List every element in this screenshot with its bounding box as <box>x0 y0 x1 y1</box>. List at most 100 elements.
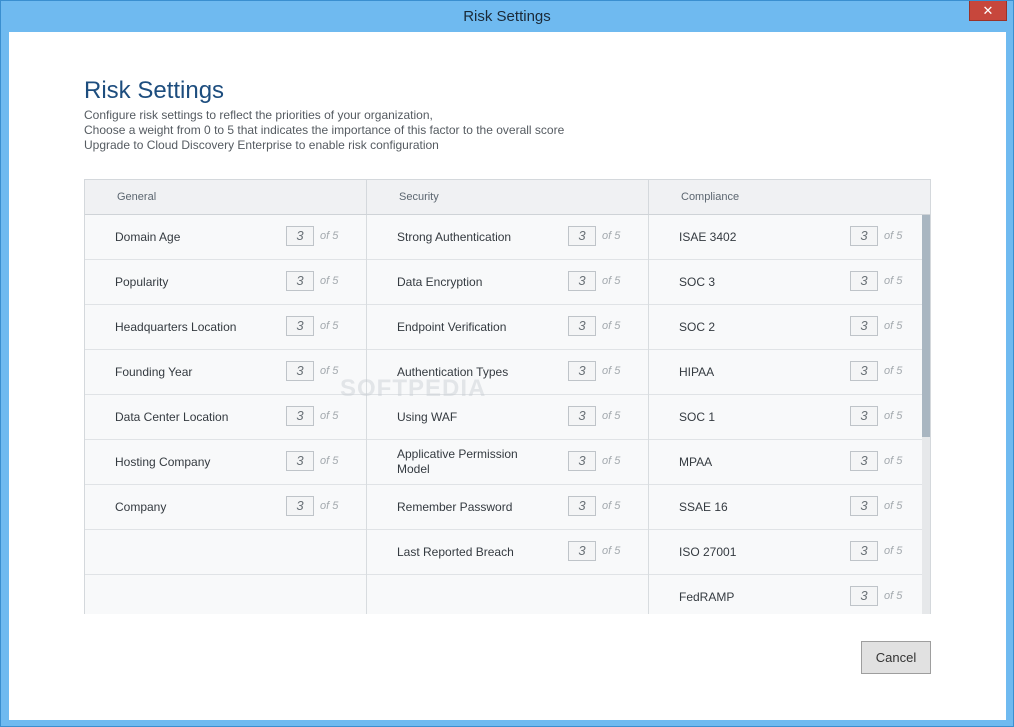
table-row <box>367 575 648 614</box>
weight-input[interactable]: 3 <box>568 496 596 516</box>
security-factor-label: Strong Authentication <box>397 229 512 244</box>
table-row <box>85 575 366 614</box>
table-row: Applicative Permission Model 3 of 5 <box>367 440 648 485</box>
weight-input[interactable]: 3 <box>850 406 878 426</box>
max-weight-label: of 5 <box>884 500 903 512</box>
security-factor-label: Last Reported Breach <box>397 544 514 559</box>
max-weight-label: of 5 <box>602 230 621 242</box>
risk-settings-table: General Security Compliance Domain Age 3 o… <box>84 179 931 614</box>
max-weight-label: of 5 <box>320 230 339 242</box>
general-factor-label: Popularity <box>115 274 169 289</box>
weight-input[interactable]: 3 <box>568 406 596 426</box>
weight-input[interactable]: 3 <box>850 226 878 246</box>
dialog-content: Risk Settings Configure risk settings to… <box>9 32 1006 720</box>
weight-input[interactable]: 3 <box>850 271 878 291</box>
max-weight-label: of 5 <box>884 455 903 467</box>
max-weight-label: of 5 <box>602 410 621 422</box>
close-button[interactable]: ✕ <box>969 1 1007 21</box>
risk-settings-window: Risk Settings ✕ Risk Settings Configure … <box>0 0 1014 727</box>
max-weight-label: of 5 <box>884 410 903 422</box>
scrollbar-thumb[interactable] <box>922 215 930 437</box>
compliance-factor-label: FedRAMP <box>679 589 735 604</box>
table-row: ISAE 3402 3 of 5 <box>649 215 930 260</box>
max-weight-label: of 5 <box>320 500 339 512</box>
weight-input[interactable]: 3 <box>568 226 596 246</box>
compliance-column: ISAE 3402 3 of 5 SOC 3 3 of 5 SOC 2 3 of 5 HIPAA 3… <box>649 215 930 614</box>
table-row: Popularity 3 of 5 <box>85 260 366 305</box>
compliance-factor-label: SOC 2 <box>679 319 716 334</box>
compliance-factor-label: HIPAA <box>679 364 715 379</box>
weight-input[interactable]: 3 <box>568 271 596 291</box>
compliance-factor-label: SOC 1 <box>679 409 716 424</box>
table-row: SOC 3 3 of 5 <box>649 260 930 305</box>
weight-input[interactable]: 3 <box>568 361 596 381</box>
compliance-factor-label: MPAA <box>679 454 713 469</box>
table-row: Endpoint Verification 3 of 5 <box>367 305 648 350</box>
weight-input[interactable]: 3 <box>850 586 878 606</box>
watermark: SOFTPEDIA <box>340 375 487 402</box>
max-weight-label: of 5 <box>884 275 903 287</box>
weight-input[interactable]: 3 <box>568 316 596 336</box>
title-bar[interactable]: Risk Settings ✕ <box>1 1 1013 32</box>
table-row: Data Center Location 3 of 5 <box>85 395 366 440</box>
table-row: FedRAMP 3 of 5 <box>649 575 930 614</box>
security-factor-label: Remember Password <box>397 499 513 514</box>
table-row: Last Reported Breach 3 of 5 <box>367 530 648 575</box>
description-line-3: Upgrade to Cloud Discovery Enterprise to… <box>84 138 439 152</box>
general-factor-label: Headquarters Location <box>115 319 237 334</box>
weight-input[interactable]: 3 <box>568 541 596 561</box>
max-weight-label: of 5 <box>884 230 903 242</box>
cancel-button[interactable]: Cancel <box>861 641 931 674</box>
table-row: SSAE 16 3 of 5 <box>649 485 930 530</box>
table-row: MPAA 3 of 5 <box>649 440 930 485</box>
window-title: Risk Settings <box>463 8 551 25</box>
general-factor-label: Domain Age <box>115 229 181 244</box>
max-weight-label: of 5 <box>320 365 339 377</box>
security-factor-label: Endpoint Verification <box>397 319 507 334</box>
vertical-scrollbar[interactable] <box>922 215 930 614</box>
weight-input[interactable]: 3 <box>850 316 878 336</box>
security-factor-label: Data Encryption <box>397 274 483 289</box>
max-weight-label: of 5 <box>884 545 903 557</box>
column-header-general: General <box>85 180 367 214</box>
general-factor-label: Founding Year <box>115 364 193 379</box>
weight-input[interactable]: 3 <box>286 406 314 426</box>
weight-input[interactable]: 3 <box>286 226 314 246</box>
max-weight-label: of 5 <box>884 365 903 377</box>
max-weight-label: of 5 <box>320 455 339 467</box>
table-header: General Security Compliance <box>85 180 930 215</box>
description-line-1: Configure risk settings to reflect the p… <box>84 108 433 122</box>
max-weight-label: of 5 <box>602 545 621 557</box>
weight-input[interactable]: 3 <box>286 496 314 516</box>
table-row <box>85 530 366 575</box>
max-weight-label: of 5 <box>602 500 621 512</box>
weight-input[interactable]: 3 <box>850 451 878 471</box>
weight-input[interactable]: 3 <box>286 361 314 381</box>
weight-input[interactable]: 3 <box>286 316 314 336</box>
table-row: ISO 27001 3 of 5 <box>649 530 930 575</box>
weight-input[interactable]: 3 <box>850 541 878 561</box>
table-row: Headquarters Location 3 of 5 <box>85 305 366 350</box>
max-weight-label: of 5 <box>884 590 903 602</box>
description-line-2: Choose a weight from 0 to 5 that indicat… <box>84 123 565 137</box>
general-factor-label: Hosting Company <box>115 454 211 469</box>
table-row: SOC 2 3 of 5 <box>649 305 930 350</box>
weight-input[interactable]: 3 <box>850 361 878 381</box>
weight-input[interactable]: 3 <box>286 451 314 471</box>
max-weight-label: of 5 <box>320 410 339 422</box>
table-row: Remember Password 3 of 5 <box>367 485 648 530</box>
compliance-factor-label: ISAE 3402 <box>679 229 737 244</box>
weight-input[interactable]: 3 <box>568 451 596 471</box>
weight-input[interactable]: 3 <box>850 496 878 516</box>
table-row: SOC 1 3 of 5 <box>649 395 930 440</box>
weight-input[interactable]: 3 <box>286 271 314 291</box>
max-weight-label: of 5 <box>884 320 903 332</box>
max-weight-label: of 5 <box>602 455 621 467</box>
compliance-factor-label: ISO 27001 <box>679 544 737 559</box>
compliance-factor-label: SOC 3 <box>679 274 716 289</box>
table-row: Domain Age 3 of 5 <box>85 215 366 260</box>
table-row: Hosting Company 3 of 5 <box>85 440 366 485</box>
column-header-compliance: Compliance <box>649 180 930 214</box>
table-row: HIPAA 3 of 5 <box>649 350 930 395</box>
column-header-security: Security <box>367 180 649 214</box>
